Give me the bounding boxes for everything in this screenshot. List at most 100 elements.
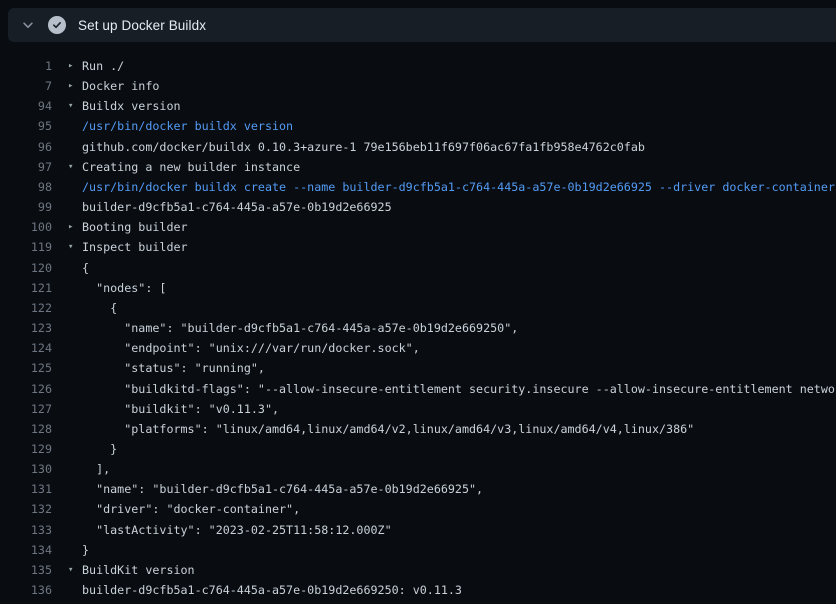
line-number[interactable]: 136 (0, 580, 52, 600)
log-line: 98 /usr/bin/docker buildx create --name … (0, 177, 836, 197)
triangle-right-icon[interactable]: ▸ (68, 56, 82, 76)
group-toggle-icon (68, 520, 82, 540)
group-toggle-icon (68, 399, 82, 419)
log-text: "status": "running", (82, 358, 265, 378)
log-text: } (82, 439, 117, 459)
log-text[interactable]: Creating a new builder instance (82, 157, 300, 177)
triangle-down-icon[interactable]: ▾ (68, 560, 82, 580)
group-toggle-icon (68, 540, 82, 560)
line-number[interactable]: 98 (0, 177, 52, 197)
group-toggle-icon (68, 318, 82, 338)
log-text: "name": "builder-d9cfb5a1-c764-445a-a57e… (82, 479, 483, 499)
group-toggle-icon (68, 278, 82, 298)
line-number[interactable]: 122 (0, 298, 52, 318)
log-line: 7 ▸ Docker info (0, 76, 836, 96)
log-text[interactable]: Run ./ (82, 56, 124, 76)
log-line: 134 } (0, 540, 836, 560)
triangle-right-icon[interactable]: ▸ (68, 217, 82, 237)
line-number[interactable]: 99 (0, 197, 52, 217)
group-toggle-icon (68, 137, 82, 157)
step-header[interactable]: Set up Docker Buildx (8, 8, 836, 42)
log-text: /usr/bin/docker buildx create --name bui… (82, 177, 835, 197)
log-text[interactable]: Inspect builder (82, 237, 188, 257)
line-number[interactable]: 131 (0, 479, 52, 499)
log-line: 132 "driver": "docker-container", (0, 499, 836, 519)
log-text: "lastActivity": "2023-02-25T11:58:12.000… (82, 520, 392, 540)
log-line: 131 "name": "builder-d9cfb5a1-c764-445a-… (0, 479, 836, 499)
log-text: "endpoint": "unix:///var/run/docker.sock… (82, 338, 420, 358)
log-line: 94 ▾ Buildx version (0, 96, 836, 116)
group-toggle-icon (68, 177, 82, 197)
log-text: "name": "builder-d9cfb5a1-c764-445a-a57e… (82, 318, 518, 338)
step-title: Set up Docker Buildx (78, 18, 206, 33)
line-number[interactable]: 123 (0, 318, 52, 338)
line-number[interactable]: 120 (0, 258, 52, 278)
log-line: 95 /usr/bin/docker buildx version (0, 116, 836, 136)
group-toggle-icon (68, 419, 82, 439)
log-text: builder-d9cfb5a1-c764-445a-a57e-0b19d2e6… (82, 197, 392, 217)
line-number[interactable]: 129 (0, 439, 52, 459)
log-line: 99 builder-d9cfb5a1-c764-445a-a57e-0b19d… (0, 197, 836, 217)
line-number[interactable]: 128 (0, 419, 52, 439)
log-text[interactable]: Booting builder (82, 217, 188, 237)
line-number[interactable]: 97 (0, 157, 52, 177)
log-line: 126 "buildkitd-flags": "--allow-insecure… (0, 379, 836, 399)
line-number[interactable]: 125 (0, 358, 52, 378)
log-text: builder-d9cfb5a1-c764-445a-a57e-0b19d2e6… (82, 580, 462, 600)
log-text: ], (82, 459, 110, 479)
group-toggle-icon (68, 499, 82, 519)
log-text[interactable]: BuildKit version (82, 560, 195, 580)
group-toggle-icon (68, 439, 82, 459)
triangle-right-icon[interactable]: ▸ (68, 76, 82, 96)
check-circle-icon (48, 16, 66, 34)
log-line: 135 ▾ BuildKit version (0, 560, 836, 580)
log-text: /usr/bin/docker buildx version (82, 116, 293, 136)
line-number[interactable]: 133 (0, 520, 52, 540)
group-toggle-icon (68, 258, 82, 278)
line-number[interactable]: 121 (0, 278, 52, 298)
line-number[interactable]: 132 (0, 499, 52, 519)
log-text: "nodes": [ (82, 278, 166, 298)
log-line: 121 "nodes": [ (0, 278, 836, 298)
line-number[interactable]: 134 (0, 540, 52, 560)
log-line: 123 "name": "builder-d9cfb5a1-c764-445a-… (0, 318, 836, 338)
line-number[interactable]: 95 (0, 116, 52, 136)
log-line: 127 "buildkit": "v0.11.3", (0, 399, 836, 419)
line-number[interactable]: 94 (0, 96, 52, 116)
group-toggle-icon (68, 358, 82, 378)
line-number[interactable]: 100 (0, 217, 52, 237)
triangle-down-icon[interactable]: ▾ (68, 157, 82, 177)
log-line: 130 ], (0, 459, 836, 479)
group-toggle-icon (68, 197, 82, 217)
line-number[interactable]: 135 (0, 560, 52, 580)
log-line: 136 builder-d9cfb5a1-c764-445a-a57e-0b19… (0, 580, 836, 600)
triangle-down-icon[interactable]: ▾ (68, 96, 82, 116)
line-number[interactable]: 124 (0, 338, 52, 358)
line-number[interactable]: 130 (0, 459, 52, 479)
log-line: 124 "endpoint": "unix:///var/run/docker.… (0, 338, 836, 358)
log-text[interactable]: Buildx version (82, 96, 181, 116)
log-text: "driver": "docker-container", (82, 499, 300, 519)
log-line: 128 "platforms": "linux/amd64,linux/amd6… (0, 419, 836, 439)
group-toggle-icon (68, 379, 82, 399)
line-number[interactable]: 1 (0, 56, 52, 76)
line-number[interactable]: 127 (0, 399, 52, 419)
log-line: 129 } (0, 439, 836, 459)
chevron-down-icon[interactable] (17, 14, 39, 36)
log-text: { (82, 298, 117, 318)
log-line: 120 { (0, 258, 836, 278)
group-toggle-icon (68, 580, 82, 600)
log-text: "platforms": "linux/amd64,linux/amd64/v2… (82, 419, 694, 439)
log-line: 133 "lastActivity": "2023-02-25T11:58:12… (0, 520, 836, 540)
line-number[interactable]: 96 (0, 137, 52, 157)
group-toggle-icon (68, 116, 82, 136)
log-line: 122 { (0, 298, 836, 318)
log-line: 1 ▸ Run ./ (0, 56, 836, 76)
log-text: "buildkit": "v0.11.3", (82, 399, 279, 419)
line-number[interactable]: 7 (0, 76, 52, 96)
triangle-down-icon[interactable]: ▾ (68, 237, 82, 257)
line-number[interactable]: 119 (0, 237, 52, 257)
line-number[interactable]: 126 (0, 379, 52, 399)
log-text: github.com/docker/buildx 0.10.3+azure-1 … (82, 137, 645, 157)
log-text[interactable]: Docker info (82, 76, 159, 96)
